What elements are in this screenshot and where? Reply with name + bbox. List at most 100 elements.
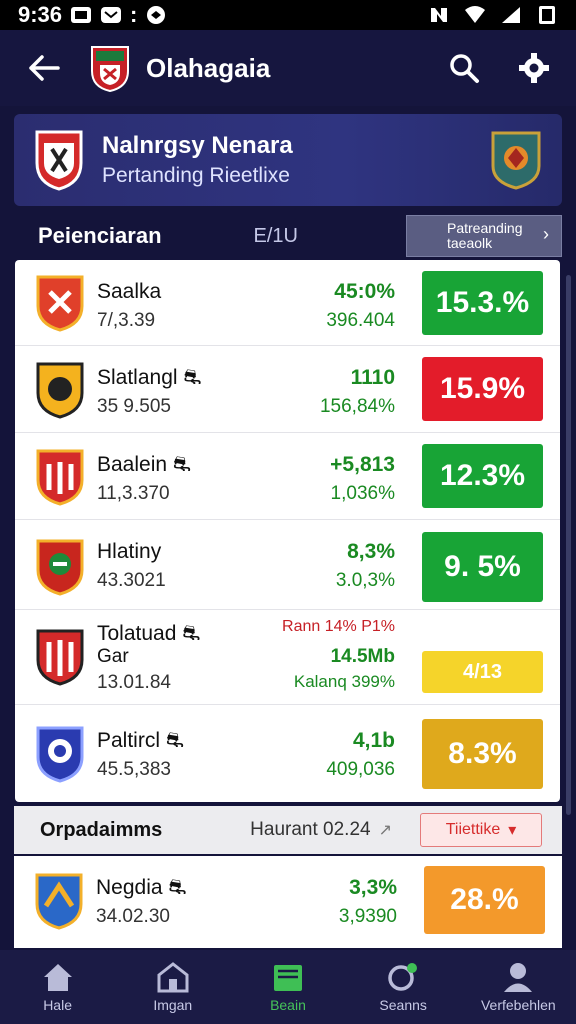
team-crest-icon (35, 873, 83, 930)
percent-badge: 12.3% (422, 444, 543, 508)
team-value: 1,036% (330, 483, 395, 504)
trending-label-1: Patreanding (447, 220, 523, 236)
ticket-filter-label: Tiiettike (445, 821, 501, 838)
stadium-icon (157, 962, 189, 993)
team-change: +5,813 (330, 453, 395, 476)
chevron-right-icon: › (543, 224, 549, 244)
banner-title: Nalnrgsy Nenara (102, 132, 293, 159)
team-change: 3,3% (349, 876, 397, 899)
team-stat: 11,3.370 (97, 483, 170, 504)
team-value: 3.0,3% (335, 570, 395, 591)
app-title: Olahagaia (146, 52, 271, 83)
nav-stadium[interactable]: Imgan (118, 961, 228, 1013)
nav-label: Hale (43, 997, 72, 1013)
percent-badge: 15.9% (422, 357, 543, 421)
profile-icon (504, 963, 533, 992)
team-stat: 34.02.30 (96, 906, 170, 927)
league-banner[interactable]: Nalnrgsy Nenara Pertanding Rieetlixe (14, 114, 562, 206)
trending-label-2: taeaolk (447, 235, 493, 251)
status-time: 9:36 (18, 2, 63, 27)
nav-stats[interactable]: Beain (233, 961, 343, 1013)
percent-badge: 9. 5% (422, 532, 543, 602)
standings-card: Saalka 7/,3.39 45:0% 396.404 15.3.% Slat… (15, 260, 560, 802)
table-row[interactable]: Hlatiny 43.3021 8,3% 3.0,3% 9. 5% (15, 520, 560, 610)
team-crest-icon (36, 362, 84, 419)
percent-badge: 4/13 (422, 651, 543, 693)
team-crest-icon (36, 275, 84, 332)
back-arrow-icon (29, 55, 60, 81)
percent-badge: 15.3.% (422, 271, 543, 335)
team-stat: 13.01.84 (97, 672, 171, 693)
bottom-navigation: Hale Imgan Beain Seanns Verfebehlen (0, 950, 576, 1024)
league-badge-icon (491, 131, 541, 190)
team-change: 4,1b (352, 729, 395, 752)
chevron-down-icon: ▾ (508, 822, 517, 839)
nfc-icon (431, 8, 447, 22)
wifi-icon (465, 6, 485, 23)
table-row[interactable]: Slatlangl ⛐ 35 9.505 1110 156,84% 15.9% (15, 346, 560, 433)
ticket-filter-button[interactable]: Tiiettike ▾ (420, 813, 542, 847)
trending-button[interactable]: Patreanding taeaolk › (406, 215, 562, 257)
team-change: Rann 14% P1% (282, 618, 395, 635)
nav-label: Seanns (379, 997, 427, 1013)
percent-badge: 28.% (424, 866, 545, 934)
scrollbar[interactable] (566, 275, 571, 815)
section-header: Peienciaran E/1U Patreanding taeaolk › (14, 212, 562, 260)
table-row[interactable]: Tolatuad ⛐ Gar 13.01.84 Rann 14% P1% 14.… (15, 610, 560, 705)
standings-card-2: Negdia ⛐ 34.02.30 3,3% 3,9390 28.% (14, 856, 562, 948)
table-row[interactable]: Baalein ⛐ 11,3.370 +5,813 1,036% 12.3% (15, 433, 560, 520)
team-extra: Kalanq 399% (293, 672, 395, 691)
search-icon (450, 54, 479, 83)
team-name: Negdia ⛐ (96, 876, 187, 899)
chevron-right-icon: ↗ (378, 822, 392, 839)
team-value: 396.404 (326, 310, 395, 331)
nav-label: Beain (270, 997, 306, 1013)
team-name: Tolatuad ⛐ (97, 622, 201, 645)
club-logo-icon (91, 46, 129, 93)
nav-profile[interactable]: Verfebehlen (463, 961, 573, 1013)
percent-badge: 8.3% (422, 719, 543, 789)
section-header-2: Orpadaimms Haurant 02.24 ↗ Tiiettike ▾ (14, 806, 562, 854)
team-change: 45:0% (334, 280, 395, 303)
stats-icon (273, 965, 302, 991)
team-crest-icon (36, 539, 84, 596)
team-crest-icon (36, 449, 84, 506)
team-name-line-2: Gar (97, 646, 129, 667)
table-row[interactable]: Negdia ⛐ 34.02.30 3,3% 3,9390 28.% (14, 856, 562, 948)
section-date-2: Haurant 02.24 (250, 819, 371, 840)
gear-icon (519, 53, 549, 83)
team-stat: 43.3021 (97, 570, 166, 591)
settings-button[interactable] (514, 48, 554, 88)
search-button[interactable] (444, 48, 484, 88)
team-value: 156,84% (319, 396, 395, 417)
section-title-2: Orpadaimms (40, 818, 163, 841)
nav-label: Verfebehlen (480, 997, 556, 1013)
table-row[interactable]: Paltircl ⛐ 45.5,383 4,1b 409,036 8.3% (15, 705, 560, 802)
game-icon (147, 6, 166, 24)
team-value: 3,9390 (338, 906, 397, 927)
team-crest-icon (36, 629, 84, 686)
team-name: Baalein ⛐ (97, 453, 192, 476)
team-name: Paltircl ⛐ (97, 729, 184, 752)
dots-icon: : (130, 2, 138, 27)
signal-icon (502, 7, 520, 23)
banner-subtitle: Pertanding Rieetlixe (102, 164, 290, 187)
nav-seasons[interactable]: Seanns (348, 961, 458, 1013)
status-bar: 9:36 : (0, 0, 576, 30)
team-name: Hlatiny (97, 540, 162, 563)
team-crest-icon (36, 726, 84, 783)
team-value: 14.5Mb (330, 646, 395, 667)
team-name: Slatlangl ⛐ (97, 366, 202, 389)
team-change: 1110 (350, 366, 395, 389)
team-value: 409,036 (326, 759, 395, 780)
message-icon (101, 7, 122, 23)
section-title: Peienciaran (38, 223, 162, 248)
table-row[interactable]: Saalka 7/,3.39 45:0% 396.404 15.3.% (15, 260, 560, 346)
back-button[interactable] (22, 46, 66, 90)
nav-home[interactable]: Hale (3, 961, 113, 1013)
gallery-icon (71, 7, 92, 23)
team-stat: 7/,3.39 (97, 310, 156, 331)
team-change: 8,3% (347, 540, 395, 563)
section-date: E/1U (253, 224, 298, 247)
team-stat: 35 9.505 (97, 396, 171, 417)
